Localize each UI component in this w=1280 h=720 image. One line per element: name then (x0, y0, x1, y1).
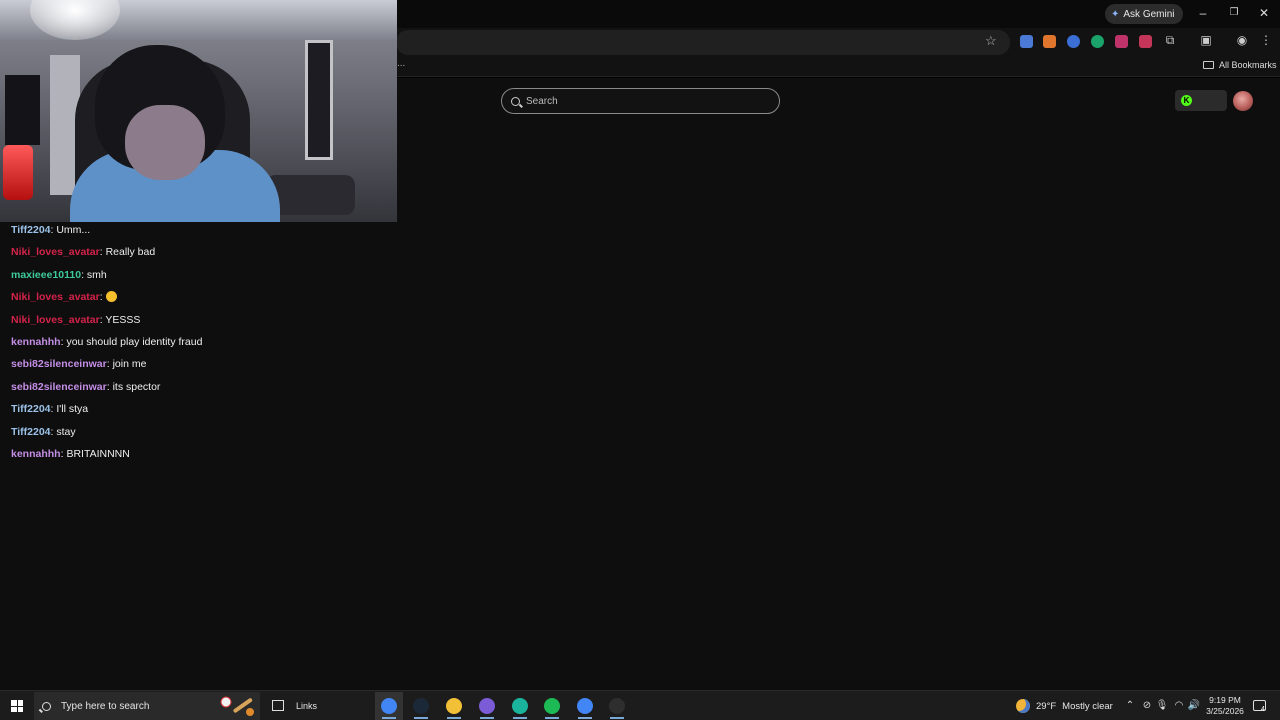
avatar[interactable] (1233, 91, 1253, 111)
bookmark-star-icon[interactable]: ☆ (985, 33, 997, 49)
chat-username[interactable]: kennahhh (11, 448, 61, 460)
file-explorer-app-icon[interactable] (446, 698, 462, 714)
all-bookmarks-button[interactable]: All Bookmarks (1203, 60, 1277, 70)
chat-text: its spector (112, 380, 161, 393)
chat-message: Tiff2204: stay (11, 425, 76, 438)
tab-search-icon[interactable]: ▣ (1198, 33, 1214, 47)
taskbar-search-input[interactable]: Type here to search (34, 692, 260, 720)
kick-button[interactable]: K (1175, 90, 1227, 111)
discord-app-icon[interactable] (479, 698, 495, 714)
chat-list: Tiff2204: Umm... Niki_loves_avatar: Reall… (11, 222, 391, 468)
chat-username[interactable]: sebi82silenceinwar (11, 381, 107, 393)
links-toolbar[interactable]: Links (296, 701, 317, 711)
chat-message: kennahhh: you should play identity fraud (11, 335, 203, 348)
chat-username[interactable]: sebi82silenceinwar (11, 358, 107, 370)
notification-count: 4 (1261, 706, 1265, 713)
chat-text: Really bad (105, 246, 156, 259)
minimize-button[interactable]: – (1195, 5, 1211, 21)
extension-icon-4[interactable] (1091, 35, 1104, 48)
app-running-indicator (578, 717, 592, 719)
clock-time: 9:19 PM (1209, 695, 1241, 705)
chat-username[interactable]: Niki_loves_avatar (11, 291, 100, 303)
chat-text: Umm... (56, 224, 91, 236)
app-running-indicator (480, 717, 494, 719)
chat-username[interactable]: Tiff2204 (11, 224, 51, 236)
moon-weather-icon (1016, 699, 1030, 713)
chat-message: Tiff2204: Umm... (11, 224, 91, 236)
extension-icon-2[interactable] (1043, 35, 1056, 48)
chevron-up-icon[interactable]: ⌃ (1123, 700, 1137, 711)
ask-gemini-label: Ask Gemini (1123, 8, 1175, 20)
app-running-indicator (414, 717, 428, 719)
close-window-button[interactable]: ✕ (1256, 5, 1272, 21)
app-running-indicator (545, 717, 559, 719)
steam-app-icon[interactable] (413, 698, 429, 714)
address-bar[interactable] (396, 30, 1010, 55)
app-running-indicator (447, 717, 461, 719)
chat-message: Niki_loves_avatar: (11, 289, 391, 311)
chat-text: stay (56, 425, 76, 438)
folder-icon (1203, 61, 1214, 69)
app-running-indicator (610, 717, 624, 719)
ask-gemini-button[interactable]: ✦ Ask Gemini (1105, 4, 1183, 24)
chat-message: kennahhh: BRITAINNNN (11, 447, 130, 460)
site-search-input[interactable]: Search (501, 88, 780, 114)
extensions-puzzle-icon[interactable]: ⧉ (1162, 33, 1178, 48)
restore-button[interactable]: ❐ (1226, 5, 1242, 21)
browser-menu-icon[interactable]: ⋮ (1258, 33, 1274, 47)
app-running-indicator (513, 717, 527, 719)
chat-message: Niki_loves_avatar: Really bad (11, 246, 156, 259)
kick-logo-icon: K (1181, 95, 1192, 106)
clock-date: 3/25/2026 (1206, 706, 1244, 716)
chat-message: Niki_loves_avatar: YESSS (11, 313, 141, 326)
gemini-spark-icon: ✦ (1111, 8, 1120, 20)
obs-app-icon[interactable] (609, 698, 625, 714)
taskbar-search-placeholder: Type here to search (61, 700, 150, 712)
weather-condition: Mostly clear (1062, 700, 1113, 712)
chat-username[interactable]: maxieee10110 (11, 269, 81, 281)
webcam-overlay (0, 0, 397, 222)
search-highlight-icon (220, 696, 254, 716)
search-placeholder: Search (526, 95, 558, 107)
chat-message: sebi82silenceinwar: join me (11, 358, 147, 371)
taskbar-clock[interactable]: 9:19 PM 3/25/2026 (1200, 695, 1250, 717)
chat-username[interactable]: Niki_loves_avatar (11, 246, 100, 258)
chat-text: I'll stya (56, 403, 89, 416)
bookmarks-overflow[interactable]: ... (397, 58, 405, 69)
chat-message: maxieee10110: smh (11, 268, 107, 281)
extension-icon-5[interactable] (1115, 35, 1128, 48)
extension-icon-6[interactable] (1139, 35, 1152, 48)
windows-start-icon[interactable] (11, 700, 23, 712)
chat-message: Tiff2204: I'll stya (11, 403, 89, 416)
all-bookmarks-label: All Bookmarks (1219, 60, 1277, 70)
extension-icon-3[interactable] (1067, 35, 1080, 48)
search-icon (511, 96, 520, 106)
chat-text: you should play identity fraud (66, 335, 203, 348)
microphone-icon[interactable]: 🎙 (1155, 700, 1169, 711)
chat-text: join me (112, 358, 147, 371)
camera-off-icon[interactable]: ⊘ (1140, 700, 1154, 711)
spotify-app-icon[interactable] (544, 698, 560, 714)
search-icon (42, 701, 51, 711)
android-app-icon[interactable] (512, 698, 528, 714)
chat-username[interactable]: Tiff2204 (11, 426, 51, 438)
chat-username[interactable]: Niki_loves_avatar (11, 314, 100, 326)
chat-username[interactable]: kennahhh (11, 336, 61, 348)
slight-smile-emoji (105, 291, 117, 303)
app-running-indicator (382, 717, 396, 719)
wifi-icon[interactable]: ◠ (1172, 700, 1186, 711)
task-view-icon[interactable] (272, 700, 284, 711)
extension-icon-1[interactable] (1020, 35, 1033, 48)
chat-text: YESSS (105, 313, 141, 326)
chat-text: smh (86, 268, 107, 281)
speaker-icon[interactable]: 🔊 (1187, 700, 1201, 711)
chat-text: BRITAINNNN (66, 447, 130, 460)
chat-message: sebi82silenceinwar: its spector (11, 380, 161, 393)
chat-username[interactable]: Tiff2204 (11, 403, 51, 415)
chrome-app-icon[interactable] (381, 698, 397, 714)
chrome-profile-app-icon[interactable] (577, 698, 593, 714)
weather-temperature: 29°F (1036, 700, 1057, 712)
profile-icon[interactable]: ◉ (1234, 33, 1250, 47)
weather-widget[interactable]: 29°F Mostly clear (1016, 699, 1113, 713)
